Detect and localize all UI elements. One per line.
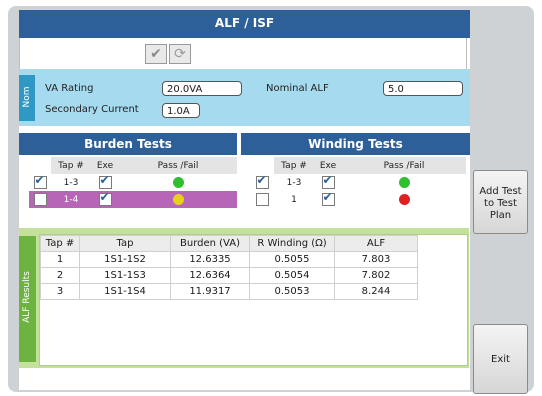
winding-tests-title: Winding Tests <box>241 133 470 155</box>
table-row[interactable]: 3 1S1-1S4 11.9317 0.5053 8.244 <box>40 283 418 300</box>
exe-header: Exe <box>314 157 342 174</box>
select-checkbox[interactable] <box>255 173 269 189</box>
burden-cell: 11.9317 <box>170 283 250 300</box>
table-row[interactable]: 1 1S1-1S2 12.6335 0.5055 7.803 <box>40 251 418 268</box>
secondary-current-field[interactable]: 1.0A <box>162 103 200 118</box>
status-green-icon <box>172 177 184 188</box>
exe-header: Exe <box>91 157 119 174</box>
alf-cell: 8.244 <box>334 283 418 300</box>
select-checkbox[interactable] <box>33 173 47 189</box>
nominal-alf-field[interactable]: 5.0 <box>383 81 463 96</box>
exe-checkbox[interactable] <box>321 173 335 189</box>
table-row[interactable]: 2 1S1-1S3 12.6364 0.5054 7.802 <box>40 267 418 284</box>
alf-results-table-area: Tap # Tap Burden (VA) R Winding (Ω) ALF … <box>39 234 468 366</box>
checkmark-icon[interactable]: ✔ <box>145 44 167 64</box>
tap-header: Tap # <box>274 157 314 174</box>
alf-results-tab: ALF Results <box>19 236 36 362</box>
va-rating-field[interactable]: 20.0VA <box>162 81 242 96</box>
tap-cell: 1-4 <box>63 194 79 205</box>
exit-button[interactable]: Exit <box>473 324 528 394</box>
burden-cell: 12.6335 <box>170 251 250 268</box>
burden-cell: 12.6364 <box>170 267 250 284</box>
r-winding-cell: 0.5053 <box>249 283 335 300</box>
window-title: ALF / ISF <box>19 10 470 38</box>
table-row[interactable]: 1 <box>250 190 466 208</box>
burden-tests-title: Burden Tests <box>19 133 237 155</box>
tap-cell: 1 <box>291 194 297 205</box>
pass-fail-header: Pass /Fail <box>342 157 466 174</box>
tap-cell: 1S1-1S2 <box>79 251 171 268</box>
nominal-panel: Nom VA Rating 20.0VA Secondary Current 1… <box>19 69 470 126</box>
r-winding-cell: 0.5054 <box>249 267 335 284</box>
burden-tests-table: Tap # Exe Pass /Fail 1-3 1-4 <box>29 157 237 208</box>
alf-results-panel: ALF Results Tap # Tap Burden (VA) R Wind… <box>19 228 469 368</box>
tap-cell: 1S1-1S4 <box>79 283 171 300</box>
table-row[interactable]: 1-3 <box>29 173 237 191</box>
tap-cell: 1S1-1S3 <box>79 267 171 284</box>
tap-number-cell: 1 <box>40 251 80 268</box>
exe-checkbox[interactable] <box>98 190 112 206</box>
toolbar-divider <box>466 38 467 69</box>
alf-cell: 7.803 <box>334 251 418 268</box>
alf-cell: 7.802 <box>334 267 418 284</box>
refresh-icon[interactable]: ⟳ <box>169 44 191 64</box>
alf-results-table: Tap # Tap Burden (VA) R Winding (Ω) ALF … <box>40 235 418 300</box>
col-tap-number: Tap # <box>40 235 80 252</box>
pass-fail-header: Pass /Fail <box>119 157 237 174</box>
col-r-winding: R Winding (Ω) <box>249 235 335 252</box>
secondary-current-label: Secondary Current <box>45 104 139 115</box>
tap-number-cell: 3 <box>40 283 80 300</box>
exe-checkbox[interactable] <box>98 173 112 189</box>
col-burden: Burden (VA) <box>170 235 250 252</box>
status-yellow-icon <box>172 194 184 205</box>
exe-checkbox[interactable] <box>321 190 335 206</box>
nominal-alf-label: Nominal ALF <box>266 83 329 94</box>
select-checkbox[interactable] <box>255 193 269 206</box>
va-rating-label: VA Rating <box>45 83 94 94</box>
col-alf: ALF <box>334 235 418 252</box>
nominal-tab: Nom <box>19 75 35 121</box>
status-red-icon <box>398 194 410 205</box>
status-green-icon <box>398 177 410 188</box>
toolbar-divider <box>19 38 20 69</box>
tap-number-cell: 2 <box>40 267 80 284</box>
table-row[interactable]: 1-3 <box>250 173 466 191</box>
tap-cell: 1-3 <box>63 177 79 188</box>
winding-tests-table: Tap # Exe Pass /Fail 1-3 1 <box>250 157 466 208</box>
r-winding-cell: 0.5055 <box>249 251 335 268</box>
toolbar: ✔ ⟳ <box>19 38 470 70</box>
table-row[interactable]: 1-4 <box>29 190 237 208</box>
tap-cell: 1-3 <box>286 177 302 188</box>
tap-header: Tap # <box>51 157 91 174</box>
select-checkbox[interactable] <box>33 193 47 206</box>
col-tap: Tap <box>79 235 171 252</box>
add-test-to-test-plan-button[interactable]: Add Test to Test Plan <box>473 170 528 234</box>
